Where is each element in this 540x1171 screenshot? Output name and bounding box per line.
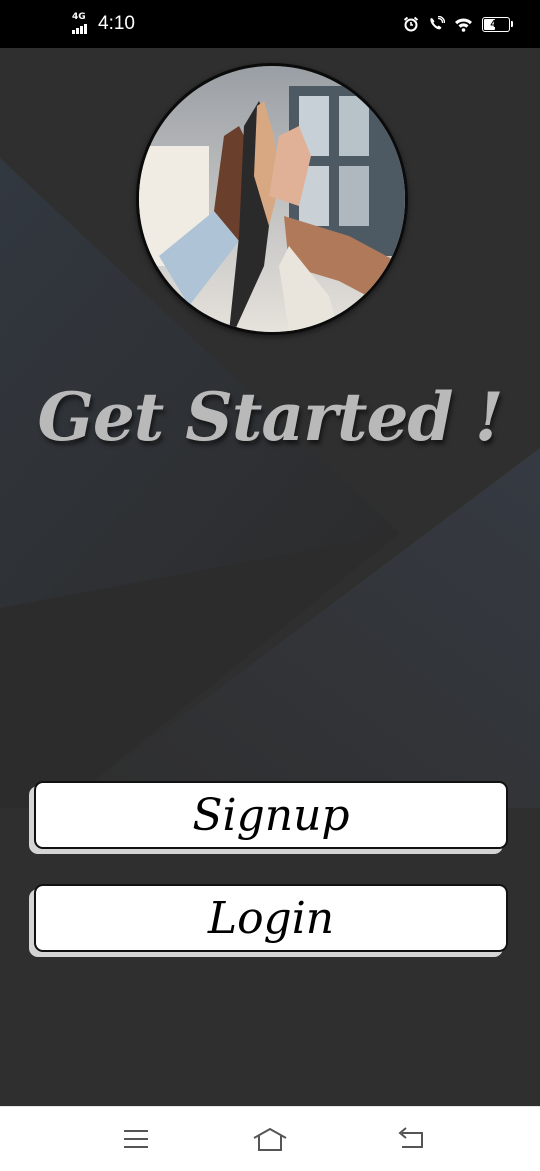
status-bar: 4G 4:10 42 [0, 0, 540, 48]
login-button[interactable]: Login [34, 884, 508, 952]
alarm-icon [403, 16, 419, 32]
status-time: 4:10 [98, 13, 135, 34]
status-left: 4G 4:10 [72, 0, 135, 48]
menu-icon[interactable] [118, 1121, 154, 1157]
status-right: 42 [403, 0, 513, 48]
wifi-call-icon [430, 16, 445, 30]
back-icon[interactable] [394, 1121, 430, 1157]
team-high-five-image [136, 63, 408, 335]
signup-button[interactable]: Signup [34, 781, 508, 849]
home-icon[interactable] [252, 1121, 288, 1157]
navigation-bar [0, 1106, 540, 1171]
page-title: Get Started ! [37, 378, 503, 456]
signal-icon: 4G [72, 12, 90, 34]
battery-icon: 42 [482, 16, 513, 32]
network-label: 4G [72, 12, 86, 22]
main-screen: Get Started ! Signup Login [0, 48, 540, 1106]
wifi-icon [455, 17, 472, 32]
battery-level: 42 [490, 18, 502, 30]
